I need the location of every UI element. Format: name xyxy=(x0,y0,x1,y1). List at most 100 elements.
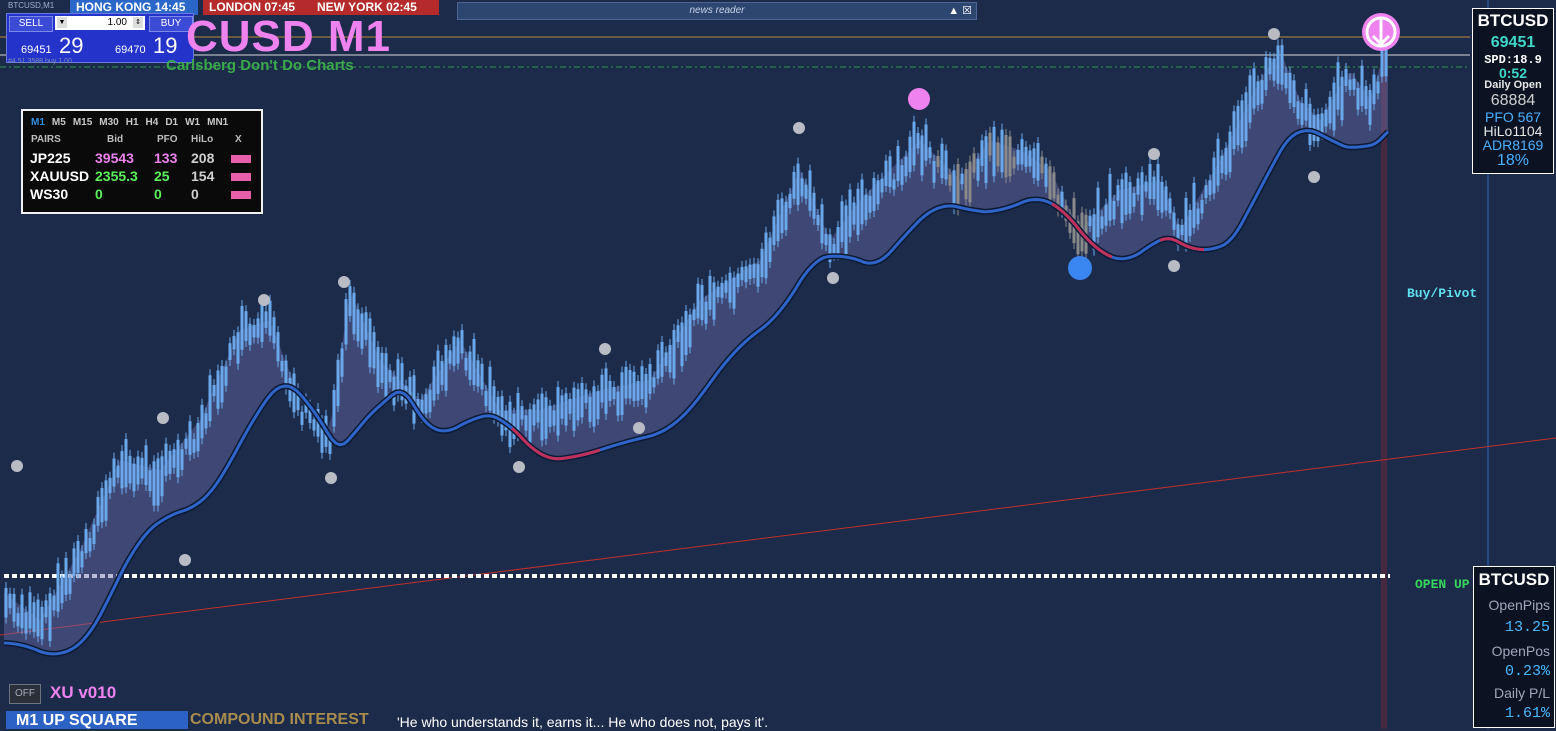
tf-m30[interactable]: M30 xyxy=(99,117,118,128)
chevron-down-icon[interactable]: ▼ xyxy=(57,17,67,28)
news-reader-label: news reader xyxy=(689,5,745,16)
candle-body xyxy=(1300,103,1304,125)
tf-m5[interactable]: M5 xyxy=(52,117,66,128)
buy-price-small: 69470 xyxy=(115,44,146,56)
tf-m15[interactable]: M15 xyxy=(73,117,92,128)
candle-body xyxy=(384,353,388,399)
header-bid: Bid xyxy=(107,134,124,145)
candle-body xyxy=(1188,209,1192,237)
candle-body xyxy=(256,318,260,338)
tf-mn1[interactable]: MN1 xyxy=(207,117,228,128)
candle-body xyxy=(1192,182,1196,228)
candle-body xyxy=(1000,129,1004,173)
pair-name[interactable]: WS30 xyxy=(30,186,68,202)
candle-body xyxy=(668,345,672,373)
swing-point-dot xyxy=(157,412,169,424)
candle-body xyxy=(120,451,124,489)
candle-body xyxy=(352,292,356,335)
header-pfo: PFO xyxy=(157,134,178,145)
candle-body xyxy=(100,488,104,523)
pair-bid: 0 xyxy=(95,186,103,202)
position-stats-box: BTCUSD OpenPips 13.25 OpenPos 0.23% Dail… xyxy=(1473,566,1555,728)
candle-body xyxy=(1288,72,1292,104)
candle-body xyxy=(880,178,884,193)
candle-body xyxy=(340,348,344,377)
candle-body xyxy=(972,153,976,173)
stepper-icon[interactable]: ⇕ xyxy=(133,17,143,28)
candle-body xyxy=(672,330,676,379)
candle-body xyxy=(1308,103,1312,145)
candle-body xyxy=(732,277,736,309)
candle-body xyxy=(952,170,956,209)
candle-body xyxy=(700,284,704,321)
candle-body xyxy=(280,360,284,372)
high-marker-dot xyxy=(908,88,930,110)
candle-body xyxy=(920,135,924,176)
candle-body xyxy=(964,169,968,200)
tf-d1[interactable]: D1 xyxy=(165,117,178,128)
tf-w1[interactable]: W1 xyxy=(185,117,200,128)
candle-body xyxy=(480,363,484,390)
candle-body xyxy=(248,323,252,345)
pair-name[interactable]: JP225 xyxy=(30,150,70,166)
one-click-trading-panel: SELL ▼ 1.00 ⇕ BUY 69451 29 69470 19 xyxy=(6,13,194,63)
candle-body xyxy=(12,593,16,622)
candle-body xyxy=(208,375,212,422)
candle-body xyxy=(988,132,992,156)
close-pair-button[interactable] xyxy=(231,173,251,181)
candle-body xyxy=(364,312,368,340)
candle-body xyxy=(64,557,68,595)
close-pair-button[interactable] xyxy=(231,155,251,163)
tf-h4[interactable]: H4 xyxy=(146,117,159,128)
candle-body xyxy=(1312,114,1316,141)
candle-body xyxy=(1304,89,1308,121)
candle-body xyxy=(868,195,872,213)
candle-body xyxy=(376,346,380,387)
candle-body xyxy=(1344,68,1348,86)
pair-pfo: 0 xyxy=(154,186,162,202)
clock-city: HONG KONG xyxy=(76,0,152,14)
candle-body xyxy=(812,192,816,219)
candle-body xyxy=(1220,155,1224,174)
sell-price-big: 29 xyxy=(59,33,84,58)
lot-size-input[interactable]: ▼ 1.00 ⇕ xyxy=(55,16,145,30)
candle-body xyxy=(832,243,836,255)
candle-body xyxy=(1272,58,1276,81)
candle-body xyxy=(1196,208,1200,225)
adr-percent: 18% xyxy=(1496,152,1530,169)
candle-body xyxy=(1164,186,1168,211)
candle-body xyxy=(844,205,848,255)
candle-body xyxy=(600,374,604,403)
buy-price-button[interactable]: 69470 19 xyxy=(105,32,193,60)
open-pips-label: OpenPips xyxy=(1488,597,1550,613)
candle-body xyxy=(1020,139,1024,165)
news-reader-controls[interactable]: ▲ ☒ xyxy=(948,3,972,19)
candle-body xyxy=(1240,100,1244,148)
close-pair-button[interactable] xyxy=(231,191,251,199)
header-pairs: PAIRS xyxy=(31,134,61,145)
sell-button[interactable]: SELL xyxy=(9,16,53,32)
candle-body xyxy=(940,143,944,179)
candle-body xyxy=(176,439,180,478)
candle-body xyxy=(752,263,756,278)
off-button[interactable]: OFF xyxy=(9,684,41,704)
candle-body xyxy=(1032,148,1036,178)
adr-value: ADR8169 xyxy=(1482,137,1544,153)
tf-h1[interactable]: H1 xyxy=(126,117,139,128)
candle-body xyxy=(8,593,12,609)
candle-body xyxy=(252,324,256,338)
candle-body xyxy=(992,126,996,177)
candle-body xyxy=(724,280,728,293)
quote-text: 'He who understands it, earns it... He w… xyxy=(397,714,769,730)
candle-body xyxy=(796,163,800,205)
candle-body xyxy=(564,393,568,426)
candle-body xyxy=(60,576,64,604)
news-reader-bar[interactable]: news reader ▲ ☒ xyxy=(457,2,977,20)
candle-body xyxy=(448,350,452,364)
candle-body xyxy=(596,391,600,420)
sell-price-button[interactable]: 69451 29 xyxy=(11,32,99,60)
candle-body xyxy=(616,391,620,416)
candle-body xyxy=(88,538,92,552)
pair-name[interactable]: XAUUSD xyxy=(30,168,89,184)
tf-m1[interactable]: M1 xyxy=(31,117,45,128)
